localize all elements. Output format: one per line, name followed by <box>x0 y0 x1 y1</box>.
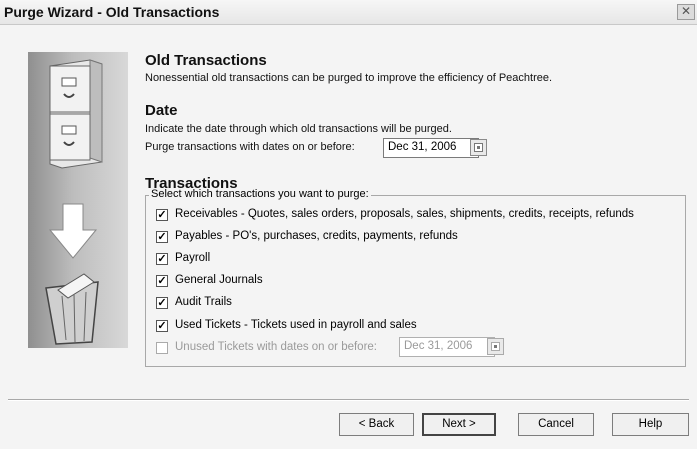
audit-trails-checkbox[interactable]: ✓ <box>156 297 168 309</box>
unused-tickets-calendar-button[interactable] <box>487 338 504 355</box>
payables-label: Payables - PO's, purchases, credits, pay… <box>175 230 458 242</box>
help-button[interactable]: Help <box>612 413 689 436</box>
purge-date-calendar-button[interactable] <box>470 139 487 156</box>
purge-wizard-window: Purge Wizard - Old Transactions ✕ Old Tr… <box>0 0 697 449</box>
used-tickets-checkbox[interactable]: ✓ <box>156 320 168 332</box>
cancel-button[interactable]: Cancel <box>518 413 594 436</box>
general-journals-label: General Journals <box>175 274 263 286</box>
receivables-label: Receivables - Quotes, sales orders, prop… <box>175 208 634 220</box>
calendar-icon <box>491 342 500 351</box>
wastebasket-icon <box>45 273 99 345</box>
window-title: Purge Wizard - Old Transactions <box>4 4 220 20</box>
receivables-checkbox[interactable]: ✓ <box>156 209 168 221</box>
transactions-group: Select which transactions you want to pu… <box>145 188 686 367</box>
purge-date-label: Purge transactions with dates on or befo… <box>145 141 355 153</box>
used-tickets-label: Used Tickets - Tickets used in payroll a… <box>175 319 417 331</box>
file-cabinet-icon <box>49 59 103 169</box>
payroll-checkbox[interactable]: ✓ <box>156 253 168 265</box>
next-button[interactable]: Next > <box>422 413 496 436</box>
wizard-side-graphic <box>28 52 128 348</box>
transactions-group-label: Select which transactions you want to pu… <box>149 188 371 200</box>
unused-tickets-label: Unused Tickets with dates on or before: <box>175 341 377 353</box>
unused-tickets-checkbox[interactable] <box>156 342 168 354</box>
button-separator <box>8 399 689 401</box>
section-description: Nonessential old transactions can be pur… <box>145 72 553 84</box>
unused-tickets-date-field[interactable]: Dec 31, 2006 <box>399 337 495 357</box>
general-journals-checkbox[interactable]: ✓ <box>156 275 168 287</box>
calendar-icon <box>474 143 483 152</box>
arrow-down-icon <box>48 203 98 259</box>
date-description: Indicate the date through which old tran… <box>145 123 452 135</box>
section-title-old-transactions: Old Transactions <box>145 52 267 69</box>
close-button[interactable]: ✕ <box>677 4 695 20</box>
section-title-date: Date <box>145 102 178 119</box>
audit-trails-label: Audit Trails <box>175 296 232 308</box>
close-icon: ✕ <box>680 4 692 18</box>
payroll-label: Payroll <box>175 252 211 264</box>
wizard-illustration <box>45 59 103 345</box>
title-bar: Purge Wizard - Old Transactions ✕ <box>0 0 697 25</box>
purge-date-field[interactable]: Dec 31, 2006 <box>383 138 479 158</box>
payables-checkbox[interactable]: ✓ <box>156 231 168 243</box>
back-button[interactable]: < Back <box>339 413 414 436</box>
